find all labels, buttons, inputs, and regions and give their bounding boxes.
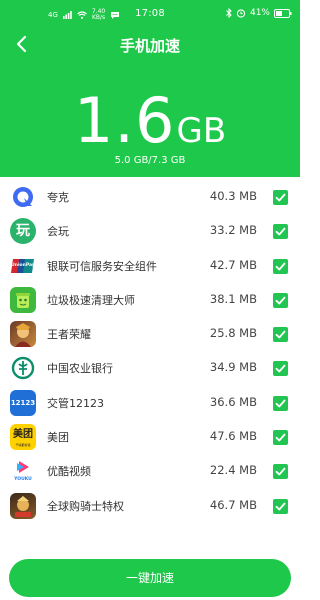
one-click-boost-button[interactable]: 一键加速: [9, 559, 291, 597]
youku-icon-text: YOUKU: [14, 477, 32, 483]
status-bar: 4G 7.40 KB/s 17:08 41%: [0, 0, 300, 24]
app-name: 优酷视频: [47, 465, 91, 479]
app-checkbox[interactable]: [273, 464, 288, 480]
app-name: 银联可信服务安全组件: [47, 259, 157, 273]
huiwan-icon-glyph: 玩: [16, 223, 30, 240]
check-icon: [275, 330, 286, 339]
app-name: 夸克: [47, 191, 69, 204]
app-checkbox[interactable]: [273, 327, 288, 343]
abc-bank-app-icon: [10, 355, 36, 382]
battery-icon: [274, 8, 292, 18]
list-item[interactable]: 中国农业银行 34.9 MB: [0, 351, 300, 385]
app-name: 交管12123: [47, 396, 104, 410]
memory-unit: GB: [176, 111, 227, 151]
jiaoguan-icon-text: 12123: [10, 398, 36, 407]
check-icon: [275, 399, 286, 408]
list-item[interactable]: 玩 会玩 33.2 MB: [0, 214, 300, 248]
app-name: 会玩: [47, 225, 69, 239]
app-checkbox[interactable]: [273, 224, 288, 240]
app-size: 47.6 MB: [209, 429, 257, 444]
meituan-app-icon: 美团 干啥都省钱: [10, 424, 36, 451]
app-size: 42.7 MB: [209, 257, 257, 272]
jiaoguan-app-icon: 12123: [10, 389, 36, 416]
list-item[interactable]: 美团 干啥都省钱 美团 47.6 MB: [0, 420, 300, 454]
check-icon: [275, 227, 286, 236]
app-size: 25.8 MB: [209, 326, 257, 341]
app-size: 33.2 MB: [209, 223, 257, 238]
memory-detail: 5.0 GB/7.3 GB: [114, 155, 186, 166]
app-size: 22.4 MB: [209, 463, 257, 478]
bluetooth-icon: [226, 8, 232, 18]
app-name: 全球购骑士特权: [47, 499, 124, 513]
meituan-icon-text: 美团: [13, 429, 33, 441]
status-right: 41%: [226, 8, 292, 18]
unionpay-app-icon: UnionPay: [10, 252, 36, 279]
check-icon: [275, 433, 286, 442]
app-size: 34.9 MB: [209, 360, 257, 375]
check-icon: [275, 365, 286, 373]
app-checkbox[interactable]: [273, 430, 288, 446]
page-title: 手机加速: [119, 37, 180, 55]
list-item[interactable]: 12123 交管12123 36.6 MB: [0, 386, 300, 420]
app-size: 40.3 MB: [209, 189, 257, 203]
app-checkbox[interactable]: [273, 190, 288, 205]
app-checkbox[interactable]: [273, 258, 288, 274]
app-name: 王者荣耀: [47, 328, 91, 342]
app-checkbox[interactable]: [273, 361, 288, 377]
list-item[interactable]: 夸克 40.3 MB: [0, 180, 300, 214]
check-icon: [275, 262, 286, 270]
huiwan-app-icon: 玩: [10, 218, 36, 245]
app-name: 中国农业银行: [47, 362, 113, 376]
quark-app-icon: [10, 184, 36, 210]
header-panel: 4G 7.40 KB/s 17:08 41% 手机加速 1.6GB 5.0 GB…: [0, 0, 300, 177]
cleaner-app-icon: [10, 286, 36, 313]
app-size: 38.1 MB: [209, 291, 257, 306]
alarm-icon: [236, 9, 246, 18]
check-icon: [275, 502, 286, 511]
app-list: 夸克 40.3 MB 玩 会玩 33.2 MB UnionPay 银联可信服务安…: [0, 180, 300, 523]
list-item[interactable]: UnionPay 银联可信服务安全组件 42.7 MB: [0, 249, 300, 283]
list-item[interactable]: 垃圾极速清理大师 38.1 MB: [0, 283, 300, 317]
app-name: 美团: [47, 431, 69, 445]
unionpay-logo-text: UnionPay: [11, 262, 35, 268]
app-name: 垃圾极速清理大师: [47, 293, 135, 307]
check-icon: [275, 468, 286, 476]
global-buy-app-icon: [10, 492, 36, 519]
list-item[interactable]: 全球购骑士特权 46.7 MB: [0, 489, 300, 523]
app-checkbox[interactable]: [273, 498, 288, 514]
app-size: 46.7 MB: [209, 497, 257, 512]
app-checkbox[interactable]: [273, 292, 288, 308]
meituan-icon-subtext: 干啥都省钱: [15, 443, 31, 448]
app-checkbox[interactable]: [273, 395, 288, 411]
list-item[interactable]: 王者荣耀 25.8 MB: [0, 317, 300, 351]
honor-of-kings-app-icon: [10, 321, 36, 348]
list-item[interactable]: YOUKU 优酷视频 22.4 MB: [0, 454, 300, 488]
app-size: 36.6 MB: [209, 394, 257, 409]
memory-value: 1.6: [73, 84, 176, 157]
memory-readout: 1.6GB: [0, 85, 300, 157]
check-icon: [275, 193, 286, 202]
youku-app-icon: YOUKU: [10, 458, 36, 485]
battery-percent: 41%: [249, 8, 270, 18]
check-icon: [275, 296, 286, 305]
